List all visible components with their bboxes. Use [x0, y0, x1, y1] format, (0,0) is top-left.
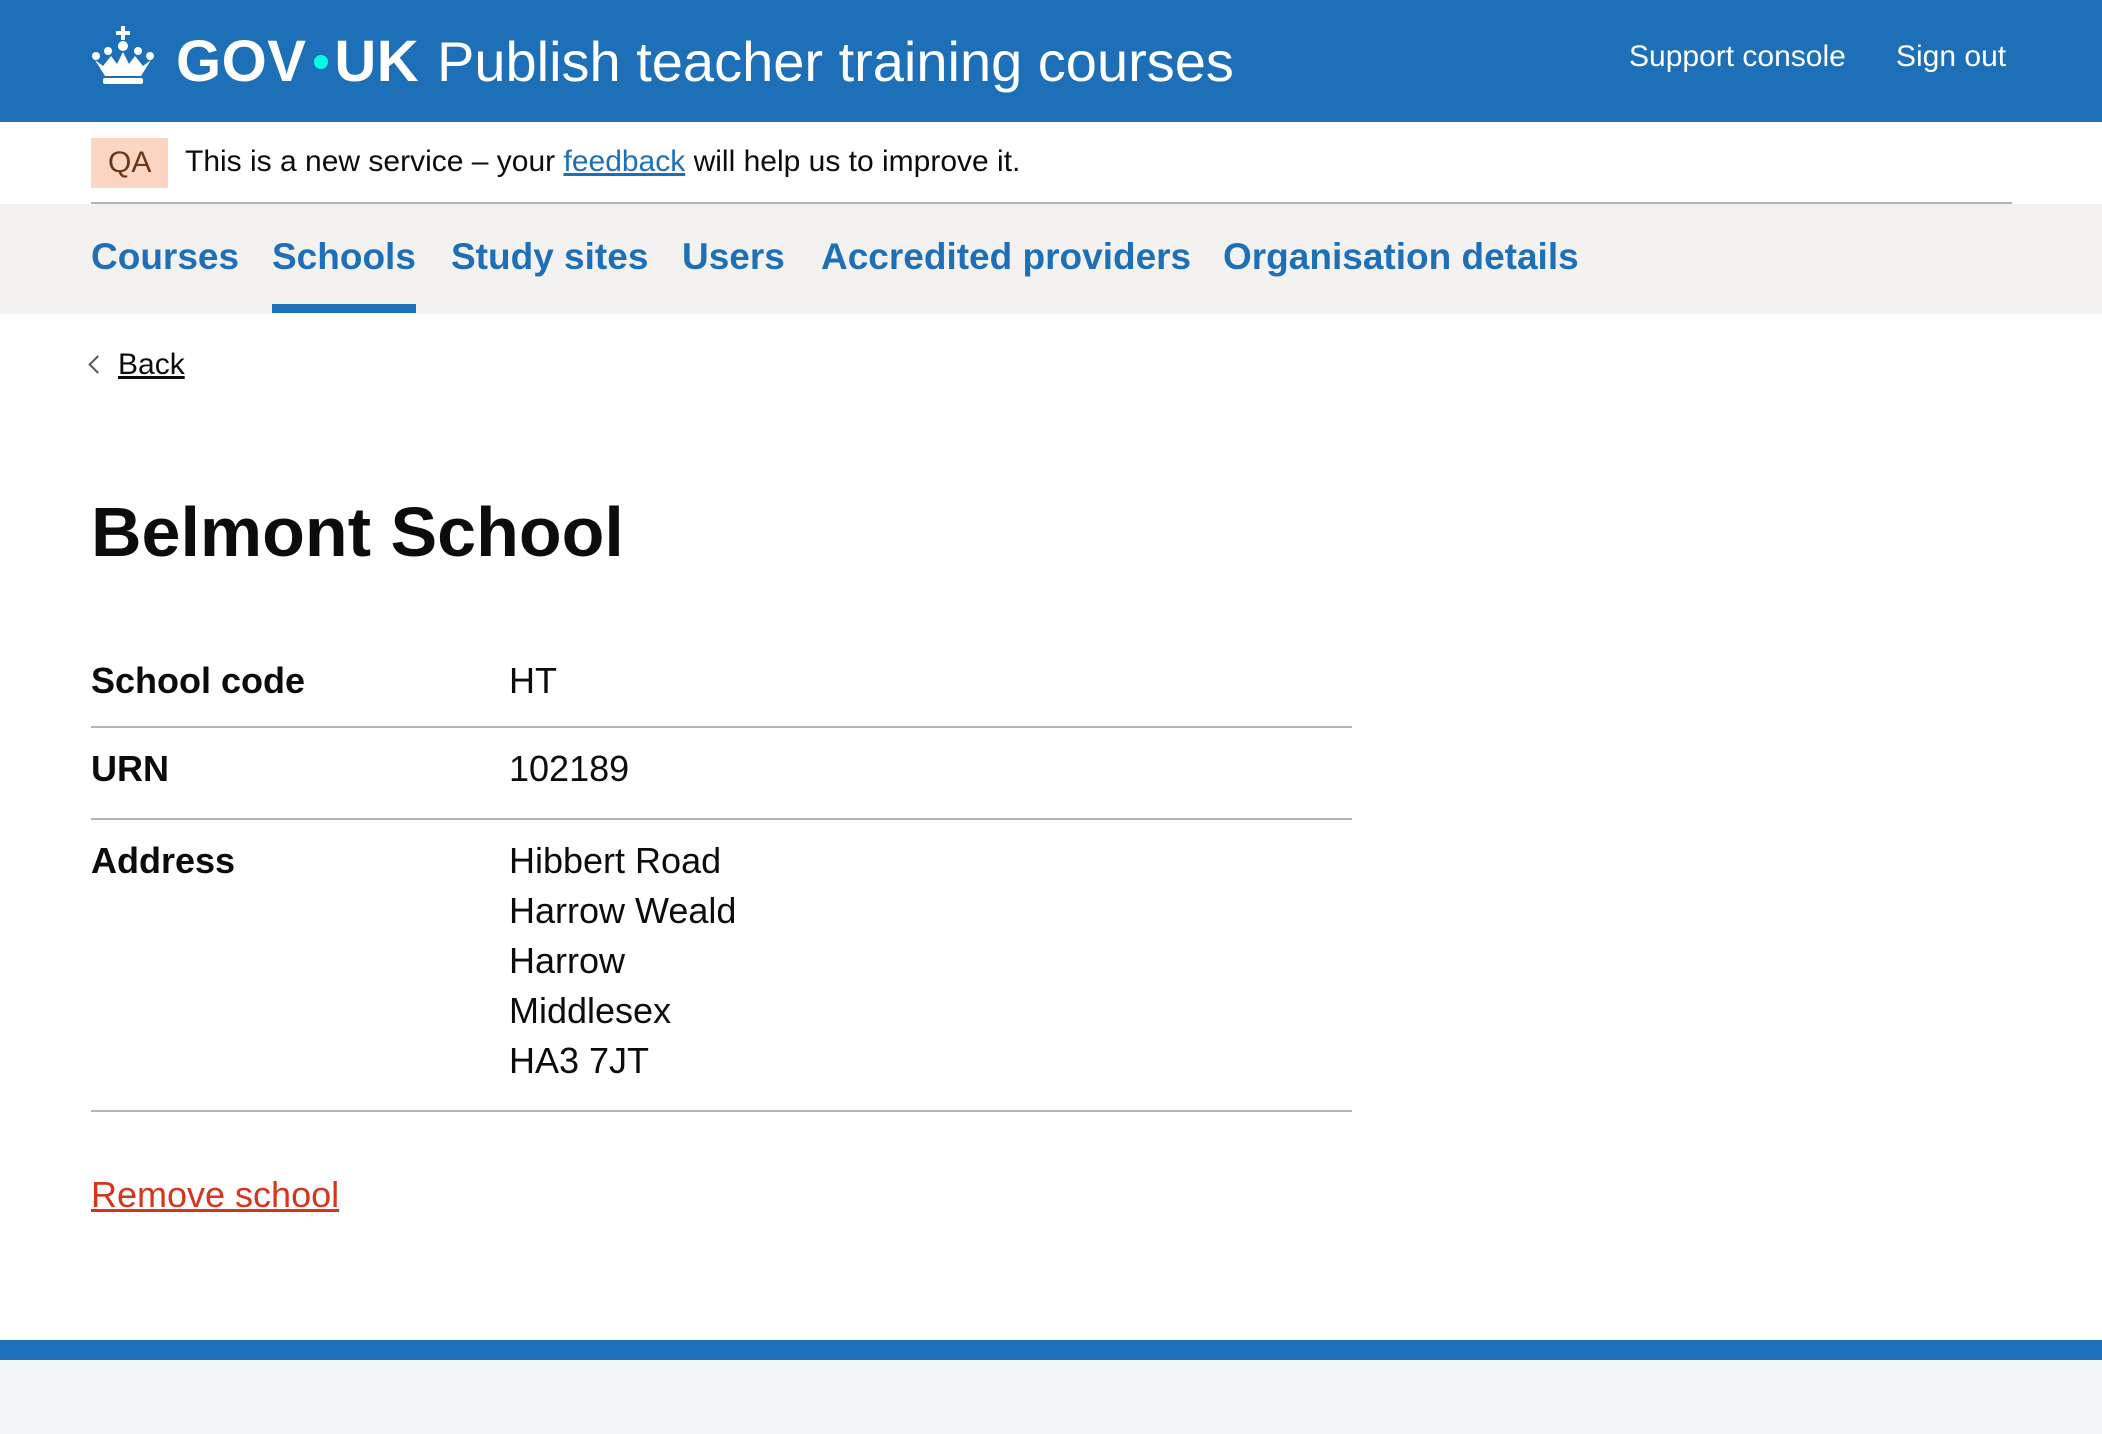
summary-row-urn: URN 102189	[91, 728, 1352, 820]
remove-school-link[interactable]: Remove school	[91, 1170, 339, 1220]
site-header: GOV UK Publish teacher training courses S…	[0, 0, 2102, 122]
address-line: HA3 7JT	[509, 1040, 650, 1081]
summary-row-address: Address Hibbert Road Harrow Weald Harrow…	[91, 820, 1352, 1112]
sub-navigation: Courses Schools Study sites Users Accred…	[0, 204, 2102, 314]
phase-banner: QA This is a new service – your feedback…	[91, 122, 2012, 204]
summary-value: HT	[509, 660, 557, 701]
tab-organisation-details[interactable]: Organisation details	[1223, 234, 1579, 280]
tab-users[interactable]: Users	[682, 234, 785, 280]
sign-out-link[interactable]: Sign out	[1896, 40, 2006, 74]
back-link-container: Back	[88, 345, 185, 385]
logo-text-gov: GOV	[176, 29, 307, 94]
service-name-link[interactable]: Publish teacher training courses	[437, 30, 1234, 94]
address-line: Harrow Weald	[509, 890, 737, 931]
summary-key: Address	[91, 840, 236, 881]
summary-key: URN	[91, 748, 169, 789]
support-console-link[interactable]: Support console	[1629, 40, 1846, 74]
site-footer	[0, 1360, 2102, 1434]
summary-row-school-code: School code HT	[91, 640, 1352, 728]
chevron-left-icon	[88, 355, 107, 374]
summary-value: 102189	[509, 748, 630, 789]
summary-value-address: Hibbert Road Harrow Weald Harrow Middles…	[509, 820, 1352, 1102]
tab-study-sites[interactable]: Study sites	[451, 234, 648, 280]
phase-text-after: will help us to improve it.	[685, 145, 1021, 178]
crown-logo-icon	[92, 26, 154, 84]
summary-list: School code HT URN 102189 Address Hibber…	[91, 640, 1352, 1112]
tab-accredited-providers[interactable]: Accredited providers	[821, 234, 1191, 280]
feedback-link[interactable]: feedback	[563, 145, 685, 178]
summary-key: School code	[91, 660, 306, 701]
tab-courses[interactable]: Courses	[91, 234, 239, 280]
page-title: Belmont School	[91, 493, 624, 571]
phase-tag: QA	[91, 138, 169, 188]
tab-schools[interactable]: Schools	[272, 234, 416, 313]
address-line: Middlesex	[509, 990, 672, 1031]
phase-text-before: This is a new service – your	[185, 145, 564, 178]
address-line: Hibbert Road	[509, 840, 722, 881]
footer-top-border	[0, 1340, 2102, 1360]
logo-text-uk: UK	[334, 29, 420, 94]
phase-banner-text: This is a new service – your feedback wi…	[185, 142, 1020, 182]
govuk-logotype[interactable]: GOV UK	[176, 30, 419, 94]
logo-dot-icon	[314, 55, 329, 69]
back-link[interactable]: Back	[118, 348, 185, 381]
address-line: Harrow	[509, 940, 626, 981]
